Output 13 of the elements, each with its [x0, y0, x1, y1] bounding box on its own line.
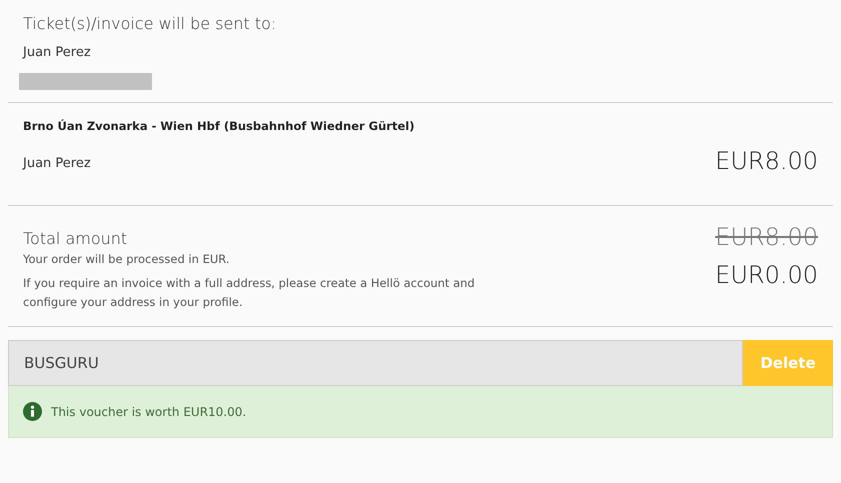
total-price: EUR0.00: [715, 261, 818, 289]
info-icon: [23, 402, 42, 421]
invoice-note: If you require an invoice with a full address, please create a Hellö account and configure your address in your profile.: [23, 275, 476, 311]
original-price: EUR8.00: [715, 223, 818, 251]
total-label: Total amount: [23, 229, 128, 248]
route-title: Brno Úan Zvonarka - Wien Hbf (Busbahnhof Wiedner Gürtel): [23, 119, 416, 133]
currency-note: Your order will be processed in EUR.: [23, 251, 230, 268]
section-heading: Ticket(s)/invoice will be sent to:: [23, 14, 278, 33]
ticket-price: EUR8.00: [715, 147, 818, 175]
voucher-field[interactable]: BUSGURU: [8, 340, 743, 386]
passenger-name: Juan Perez: [23, 156, 91, 171]
recipient-name: Juan Perez: [23, 45, 92, 60]
voucher-message: This voucher is worth EUR10.00.: [51, 404, 246, 418]
